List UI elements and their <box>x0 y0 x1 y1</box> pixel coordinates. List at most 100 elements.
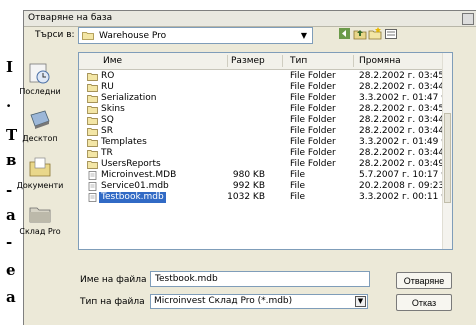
desktop-icon <box>30 110 50 129</box>
file-type: File <box>290 181 306 191</box>
new-folder-icon[interactable] <box>367 27 382 42</box>
filename-value: Testbook.mdb <box>155 274 218 284</box>
views-icon[interactable] <box>383 27 398 42</box>
file-row[interactable]: Service01.mdb 992 KB File 20.2.2008 г. 09:2… <box>79 181 452 192</box>
file-modified: 3.3.2002 г. 01:49 ч. <box>359 137 450 147</box>
folder-icon <box>87 127 98 136</box>
filename-input[interactable]: Testbook.mdb <box>150 271 370 287</box>
file-modified: 28.2.2002 г. 03:49 ч. <box>359 159 453 169</box>
file-type: File Folder <box>290 148 336 158</box>
file-row[interactable]: SR File Folder 28.2.2002 г. 03:44 ч. <box>79 126 452 137</box>
folder-icon <box>87 149 98 158</box>
file-row[interactable]: Templates File Folder 3.3.2002 г. 01:49 ч. <box>79 137 449 148</box>
file-modified: 28.2.2002 г. 03:44 ч. <box>359 115 453 125</box>
column-size[interactable]: Размер <box>231 56 265 66</box>
place-warehouse-pro[interactable]: Склад Pro <box>5 200 75 236</box>
window-control-button[interactable] <box>462 13 474 25</box>
chevron-down-icon[interactable]: ▼ <box>355 296 366 307</box>
folder-icon <box>87 105 98 114</box>
file-row[interactable]: Skins File Folder 28.2.2002 г. 03:45 ч. <box>79 104 452 115</box>
folder-icon <box>87 72 98 81</box>
file-name: Service01.mdb <box>101 181 169 191</box>
file-modified: 3.3.2002 г. 01:47 ч. <box>359 93 450 103</box>
chevron-down-icon[interactable]: ▼ <box>298 30 310 41</box>
place-recent[interactable]: Последни <box>5 60 75 96</box>
document-letter: е <box>6 261 16 279</box>
folder-icon <box>87 83 98 92</box>
place-label: Десктоп <box>22 134 58 143</box>
back-icon[interactable] <box>337 27 352 42</box>
file-row[interactable]: SQ File Folder 28.2.2002 г. 03:44 ч. <box>79 115 452 126</box>
file-type: File Folder <box>290 71 336 81</box>
file-type: File <box>290 192 306 202</box>
file-type: File Folder <box>290 115 336 125</box>
file-name: RU <box>101 82 114 92</box>
filetype-select[interactable]: Microinvest Склад Pro (*.mdb) ▼ <box>150 294 368 309</box>
file-name: UsersReports <box>101 159 161 169</box>
file-row[interactable]: Serialization File Folder 3.3.2002 г. 01:4… <box>79 93 449 104</box>
file-modified: 28.2.2002 г. 03:44 ч. <box>359 148 453 158</box>
place-label: Документи <box>16 181 64 190</box>
file-row[interactable]: UsersReports File Folder 28.2.2002 г. 03:4… <box>79 159 452 170</box>
file-name: RO <box>101 71 115 81</box>
my-documents-icon <box>29 157 51 177</box>
file-size: 980 KB <box>232 170 265 180</box>
filetype-value: Microinvest Склад Pro (*.mdb) <box>154 296 293 306</box>
file-modified: 20.2.2008 г. 09:23 ч. <box>359 181 453 191</box>
place-desktop[interactable]: Десктоп <box>5 107 75 143</box>
column-modified[interactable]: Промяна <box>359 56 401 66</box>
file-icon <box>87 193 98 202</box>
file-type: File Folder <box>290 82 336 92</box>
file-icon <box>87 182 98 191</box>
place-documents[interactable]: Документи <box>5 154 75 190</box>
file-type: File Folder <box>290 159 336 169</box>
folder-icon <box>87 116 98 125</box>
folder-icon <box>87 138 98 147</box>
file-row[interactable]: TR File Folder 28.2.2002 г. 03:44 ч. <box>79 148 452 159</box>
folder-icon <box>87 94 98 103</box>
file-row[interactable]: RO File Folder 28.2.2002 г. 03:45 ч. <box>79 71 452 82</box>
folder-icon <box>82 32 94 40</box>
file-modified: 28.2.2002 г. 03:44 ч. <box>359 82 453 92</box>
file-type: File Folder <box>290 126 336 136</box>
place-label: Последни <box>19 87 61 96</box>
file-name: TR <box>101 148 113 158</box>
dialog-title: Отваряне на база <box>28 13 113 23</box>
scrollbar-thumb[interactable] <box>444 113 451 203</box>
file-row[interactable]: Testbook.mdb 1032 KB File 3.3.2002 г. 00:11… <box>79 192 449 203</box>
recent-documents-icon <box>29 63 50 84</box>
file-list[interactable]: Име Размер Тип Промяна RO File Folder 28.2… <box>78 52 453 250</box>
title-bar: Отваряне на база <box>24 11 476 27</box>
file-name: Testbook.mdb <box>99 192 166 203</box>
up-folder-icon[interactable] <box>352 27 367 42</box>
place-label: Склад Pro <box>19 227 61 236</box>
column-header-row: Име Размер Тип Промяна <box>79 53 452 70</box>
open-button[interactable]: Отваряне <box>396 272 452 289</box>
file-name: Templates <box>101 137 147 147</box>
vertical-scrollbar[interactable] <box>442 53 452 249</box>
file-modified: 3.3.2002 г. 00:11 ч. <box>359 192 450 202</box>
file-row[interactable]: Microinvest.MDB 980 KB File 5.7.2007 г. 10:… <box>79 170 449 181</box>
file-name: SQ <box>101 115 114 125</box>
file-name: Skins <box>101 104 125 114</box>
file-type: File <box>290 170 306 180</box>
file-name: Microinvest.MDB <box>101 170 177 180</box>
file-type: File Folder <box>290 93 336 103</box>
document-letter: - <box>6 233 13 251</box>
file-modified: 28.2.2002 г. 03:45 ч. <box>359 71 453 81</box>
file-modified: 28.2.2002 г. 03:44 ч. <box>359 126 453 136</box>
file-name: SR <box>101 126 113 136</box>
file-type: File Folder <box>290 104 336 114</box>
file-size: 992 KB <box>232 181 265 191</box>
look-in-dropdown[interactable]: Warehouse Pro ▼ <box>78 27 313 44</box>
file-modified: 28.2.2002 г. 03:45 ч. <box>359 104 453 114</box>
column-type[interactable]: Тип <box>290 56 307 66</box>
cancel-button[interactable]: Отказ <box>396 294 452 311</box>
file-row[interactable]: RU File Folder 28.2.2002 г. 03:44 ч. <box>79 82 452 93</box>
look-in-value: Warehouse Pro <box>99 31 167 41</box>
filetype-label: Тип на файла <box>80 297 145 307</box>
column-name[interactable]: Име <box>103 56 122 66</box>
file-icon <box>87 171 98 180</box>
filename-label: Име на файла <box>80 275 147 285</box>
file-size: 1032 KB <box>227 192 265 202</box>
